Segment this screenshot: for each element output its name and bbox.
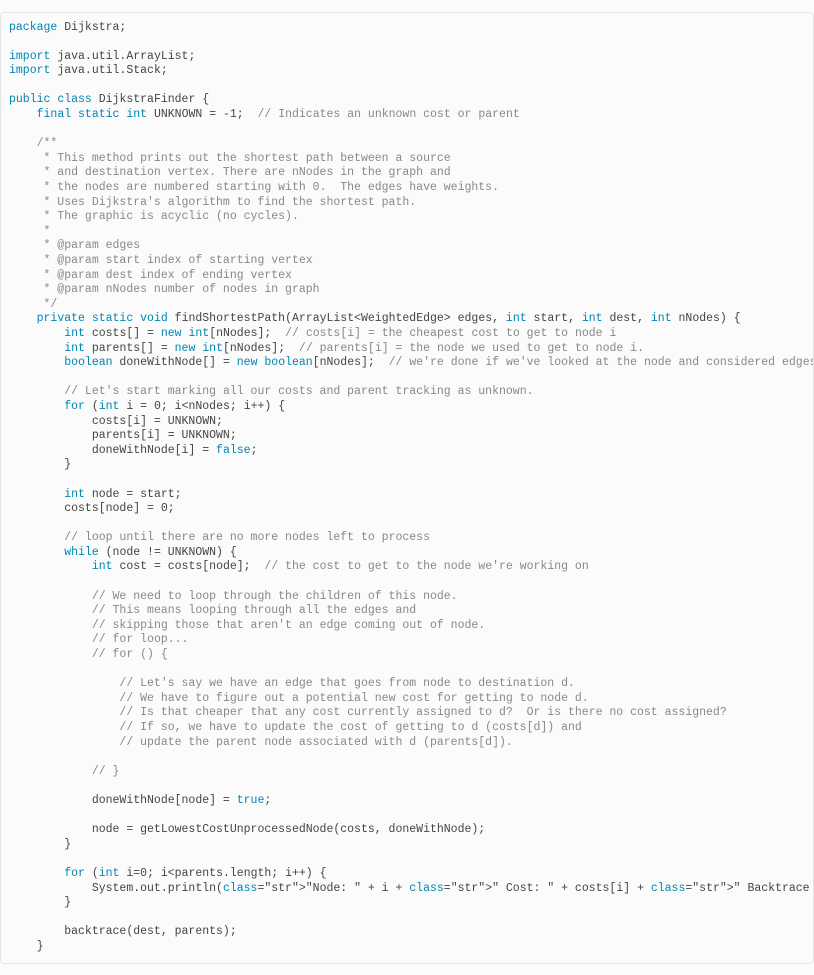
code-line: // update the parent node associated wit… xyxy=(9,736,513,749)
code-line: import java.util.ArrayList; xyxy=(9,50,195,63)
code-line: // Let's start marking all our costs and… xyxy=(9,385,534,398)
code-line: int node = start; xyxy=(9,488,182,501)
code-line: public class DijkstraFinder { xyxy=(9,93,209,106)
code-line: node = getLowestCostUnprocessedNode(cost… xyxy=(9,823,485,836)
code-line: package Dijkstra; xyxy=(9,21,126,34)
code-line: * The graphic is acyclic (no cycles). xyxy=(9,210,299,223)
code-line: // Let's say we have an edge that goes f… xyxy=(9,677,575,690)
code-line: System.out.println(class="str">"Node: " … xyxy=(9,882,814,895)
code-line: * @param nNodes number of nodes in graph xyxy=(9,283,320,296)
code-line: * Uses Dijkstra's algorithm to find the … xyxy=(9,196,416,209)
code-line: int parents[] = new int[nNodes]; // pare… xyxy=(9,342,644,355)
code-line: boolean doneWithNode[] = new boolean[nNo… xyxy=(9,356,814,369)
code-line: // This means looping through all the ed… xyxy=(9,604,416,617)
code-line: doneWithNode[i] = false; xyxy=(9,444,257,457)
code-line: for (int i = 0; i<nNodes; i++) { xyxy=(9,400,285,413)
code-line: * @param start index of starting vertex xyxy=(9,254,313,267)
code-line: costs[node] = 0; xyxy=(9,502,175,515)
code-line: * @param edges xyxy=(9,239,140,252)
code-line: while (node != UNKNOWN) { xyxy=(9,546,237,559)
code-block: package Dijkstra; import java.util.Array… xyxy=(0,12,814,964)
code-line: */ xyxy=(9,298,57,311)
code-line: backtrace(dest, parents); xyxy=(9,925,237,938)
code-line: costs[i] = UNKNOWN; xyxy=(9,415,223,428)
code-line: // for loop... xyxy=(9,633,188,646)
code-line: } xyxy=(9,458,71,471)
code-line: // Is that cheaper that any cost current… xyxy=(9,706,727,719)
code-line: * the nodes are numbered starting with 0… xyxy=(9,181,499,194)
code-line: private static void findShortestPath(Arr… xyxy=(9,312,741,325)
code-line: // for () { xyxy=(9,648,168,661)
code-line: parents[i] = UNKNOWN; xyxy=(9,429,237,442)
code-line: int cost = costs[node]; // the cost to g… xyxy=(9,560,589,573)
code-line: /** xyxy=(9,137,57,150)
code-line: * @param dest index of ending vertex xyxy=(9,269,292,282)
code-line: // } xyxy=(9,765,119,778)
code-line: } xyxy=(9,838,71,851)
code-line: final static int UNKNOWN = -1; // Indica… xyxy=(9,108,520,121)
code-line: // We have to figure out a potential new… xyxy=(9,692,589,705)
code-line: * and destination vertex. There are nNod… xyxy=(9,166,451,179)
code-line: // loop until there are no more nodes le… xyxy=(9,531,430,544)
code-line: import java.util.Stack; xyxy=(9,64,168,77)
code-line: } xyxy=(9,896,71,909)
code-line: // skipping those that aren't an edge co… xyxy=(9,619,485,632)
code-line: for (int i=0; i<parents.length; i++) { xyxy=(9,867,327,880)
code-line: int costs[] = new int[nNodes]; // costs[… xyxy=(9,327,616,340)
code-line: * xyxy=(9,225,50,238)
code-line: doneWithNode[node] = true; xyxy=(9,794,271,807)
code-line: * This method prints out the shortest pa… xyxy=(9,152,451,165)
code-line: // We need to loop through the children … xyxy=(9,590,458,603)
code-line: // If so, we have to update the cost of … xyxy=(9,721,582,734)
